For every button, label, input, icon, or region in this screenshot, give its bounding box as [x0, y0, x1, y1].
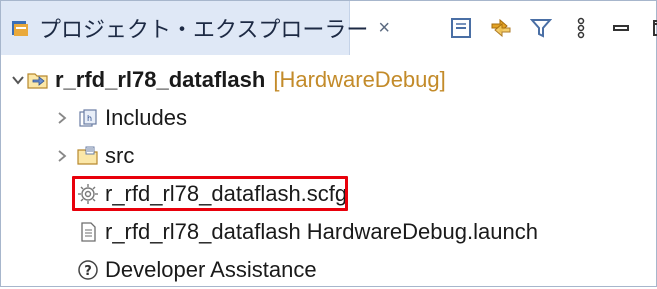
chevron-right-icon[interactable]: [53, 111, 71, 125]
view-toolbar: [441, 1, 657, 55]
filter-icon[interactable]: [521, 1, 561, 55]
tree-item-label: src: [105, 143, 135, 168]
project-explorer-icon: [11, 17, 31, 39]
collapse-all-icon[interactable]: [441, 1, 481, 55]
launch-file-icon: [77, 221, 99, 243]
link-with-editor-icon[interactable]: [481, 1, 521, 55]
source-folder-icon: [77, 145, 99, 167]
tree-item-label: Includes: [105, 105, 187, 130]
tree-item-label: Developer Assistance: [105, 257, 317, 282]
svg-text:h: h: [87, 114, 92, 123]
chevron-down-icon[interactable]: [9, 73, 27, 87]
project-explorer-view: プロジェクト・エクスプローラー × r_rfd_rl78_dataflash […: [0, 0, 657, 287]
help-icon: ?: [77, 259, 99, 281]
tree-item-label: r_rfd_rl78_dataflash HardwareDebug.launc…: [105, 219, 538, 244]
tree-item-launch-file[interactable]: r_rfd_rl78_dataflash HardwareDebug.launc…: [77, 213, 538, 251]
maximize-icon[interactable]: [641, 1, 657, 55]
svg-text:?: ?: [84, 264, 92, 279]
tree-item-developer-assistance[interactable]: ? Developer Assistance: [77, 251, 317, 289]
highlight-box: [72, 176, 348, 211]
includes-icon: h: [77, 107, 99, 129]
tree-item-project[interactable]: r_rfd_rl78_dataflash [HardwareDebug]: [9, 61, 446, 99]
tree-item-includes[interactable]: h Includes: [53, 99, 187, 137]
close-icon[interactable]: ×: [378, 17, 390, 40]
minimize-icon[interactable]: [601, 1, 641, 55]
tree-item-src[interactable]: src: [53, 137, 134, 175]
view-title: プロジェクト・エクスプローラー: [39, 17, 369, 42]
chevron-right-icon[interactable]: [53, 149, 71, 163]
build-config-label: [HardwareDebug]: [273, 67, 446, 92]
tab-project-explorer[interactable]: プロジェクト・エクスプローラー ×: [1, 1, 390, 55]
view-menu-icon[interactable]: [561, 1, 601, 55]
view-title-bar: プロジェクト・エクスプローラー ×: [1, 1, 657, 55]
project-name: r_rfd_rl78_dataflash: [55, 67, 266, 92]
c-project-icon: [27, 69, 49, 91]
